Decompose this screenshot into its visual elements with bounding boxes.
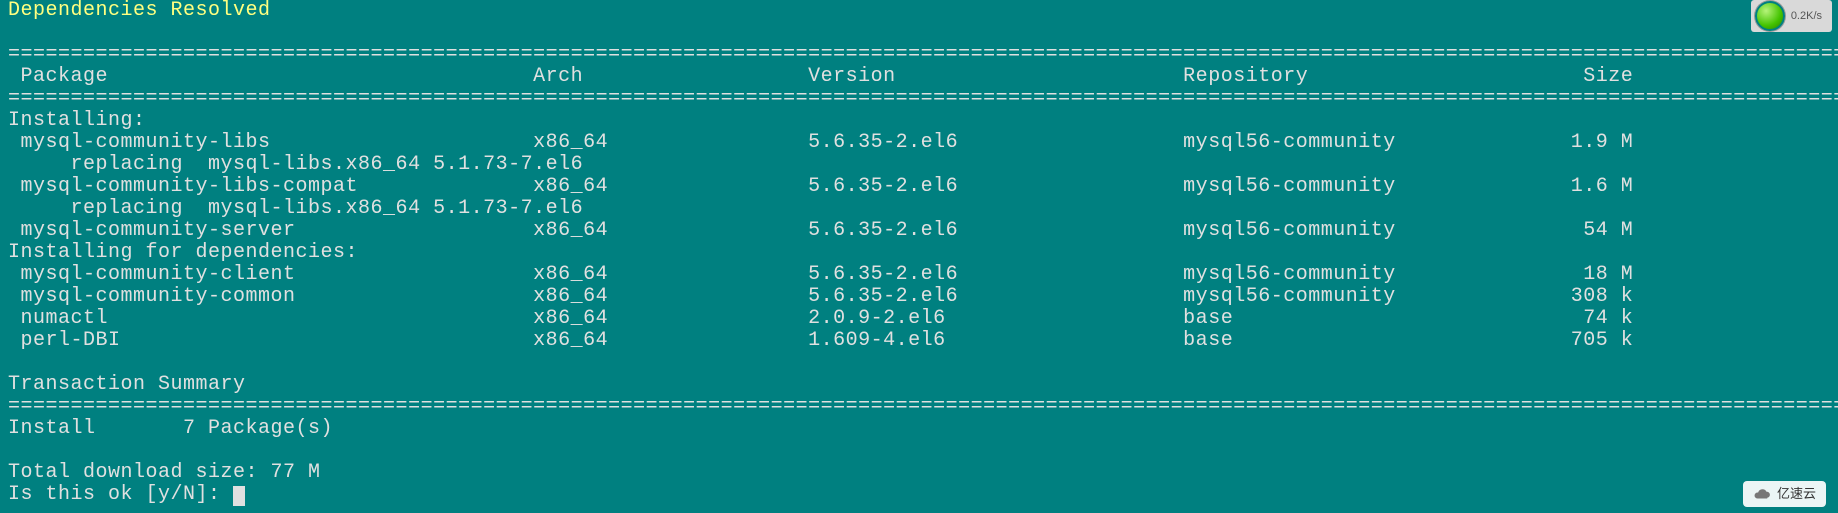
rule-top: ========================================…: [8, 43, 1838, 66]
cloud-icon: [1753, 485, 1771, 503]
summary-line: Install 7 Package(s): [8, 417, 333, 440]
confirm-prompt[interactable]: Is this ok [y/N]:: [8, 483, 233, 506]
rows-installing: mysql-community-libs x86_64 5.6.35-2.el6…: [8, 131, 1633, 242]
watermark-text: 亿速云: [1777, 487, 1816, 501]
watermark: 亿速云: [1743, 481, 1826, 507]
cursor[interactable]: [233, 486, 245, 506]
status-dot-icon: [1755, 1, 1785, 31]
total-line: Total download size: 77 M: [8, 461, 321, 484]
terminal-output: Dependencies Resolved ==================…: [0, 0, 1838, 506]
title-line: Dependencies Resolved: [8, 0, 271, 22]
speed-text: 0.2K/s: [1791, 10, 1822, 22]
section-installing: Installing:: [8, 109, 146, 132]
rule-header: ========================================…: [8, 87, 1838, 110]
summary-heading: Transaction Summary: [8, 373, 246, 396]
section-deps: Installing for dependencies:: [8, 241, 358, 264]
speed-badge: 0.2K/s: [1751, 0, 1832, 32]
header-row: Package Arch Version Repository Size: [8, 65, 1633, 88]
rows-deps: mysql-community-client x86_64 5.6.35-2.e…: [8, 263, 1633, 352]
rule-summary: ========================================…: [8, 395, 1838, 418]
